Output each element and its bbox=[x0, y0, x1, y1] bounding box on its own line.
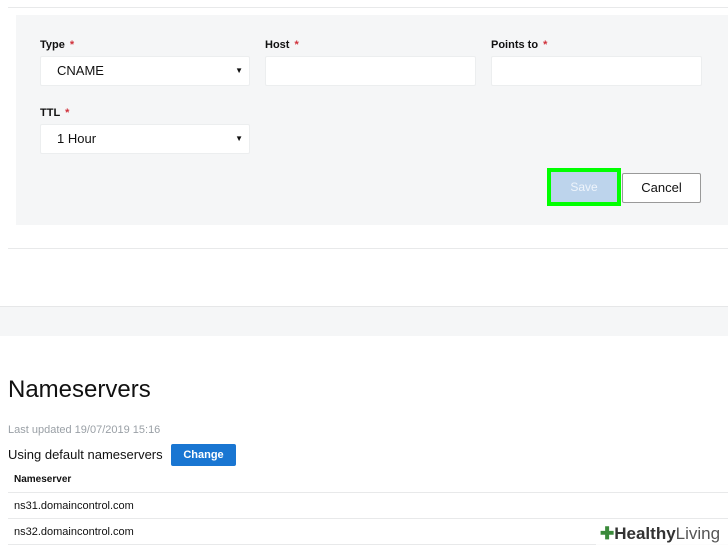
caret-down-icon: ▼ bbox=[235, 66, 243, 75]
watermark-logo: ✚HealthyLiving bbox=[596, 522, 728, 546]
table-row: ns32.domaincontrol.com bbox=[14, 526, 134, 538]
change-button[interactable]: Change bbox=[171, 444, 236, 466]
section-separator bbox=[0, 306, 728, 336]
dns-record-form: Type * CNAME ▼ Host * Points to * TTL * 1 Hou… bbox=[16, 15, 728, 225]
nameserver-status: Using default nameservers bbox=[8, 447, 163, 462]
watermark-text-bold: Healthy bbox=[614, 524, 676, 543]
type-label: Type * bbox=[40, 39, 75, 51]
points-to-label: Points to * bbox=[491, 39, 548, 51]
last-updated: Last updated 19/07/2019 15:16 bbox=[8, 424, 161, 436]
host-input[interactable] bbox=[265, 56, 476, 86]
nameservers-title: Nameservers bbox=[8, 376, 151, 403]
ttl-label: TTL * bbox=[40, 107, 70, 119]
ttl-select[interactable]: 1 Hour ▼ bbox=[40, 124, 250, 154]
table-row: ns31.domaincontrol.com bbox=[14, 500, 134, 512]
divider bbox=[8, 248, 728, 249]
save-button[interactable]: Save bbox=[547, 168, 621, 206]
divider bbox=[8, 7, 728, 8]
divider bbox=[8, 492, 728, 493]
points-to-input[interactable] bbox=[491, 56, 702, 86]
watermark-text-light: Living bbox=[675, 524, 721, 543]
column-header-nameserver: Nameserver bbox=[14, 474, 72, 485]
cancel-button[interactable]: Cancel bbox=[622, 173, 701, 203]
type-select[interactable]: CNAME ▼ bbox=[40, 56, 250, 86]
plus-leaf-icon: ✚ bbox=[600, 524, 615, 543]
divider bbox=[8, 518, 728, 519]
host-label: Host * bbox=[265, 39, 299, 51]
caret-down-icon: ▼ bbox=[235, 134, 243, 143]
